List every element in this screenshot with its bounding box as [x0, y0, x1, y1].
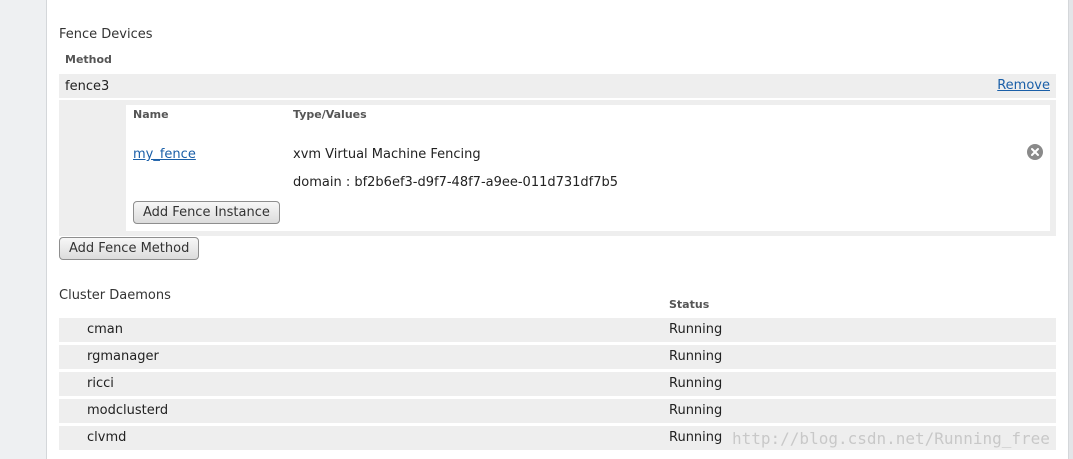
daemon-row-ricci: ricci Running: [59, 372, 1056, 396]
watermark-text: http://blog.csdn.net/Running_free: [732, 429, 1050, 448]
fence-method-name: fence3: [65, 79, 110, 94]
daemon-status: Running: [669, 376, 723, 391]
daemon-status: Running: [669, 430, 723, 445]
instance-name-header: Name: [133, 108, 169, 121]
method-column-header: Method: [65, 53, 112, 66]
daemon-status: Running: [669, 403, 723, 418]
close-circle-icon[interactable]: [1027, 144, 1043, 160]
daemon-name: rgmanager: [87, 349, 159, 364]
daemon-name: ricci: [87, 376, 114, 391]
daemon-row-rgmanager: rgmanager Running: [59, 345, 1056, 369]
fence-devices-title: Fence Devices: [59, 27, 153, 42]
fence-instance-type: xvm Virtual Machine Fencing: [293, 147, 481, 162]
daemon-row-cman: cman Running: [59, 318, 1056, 342]
daemon-status: Running: [669, 322, 723, 337]
add-fence-instance-button[interactable]: Add Fence Instance: [133, 201, 280, 224]
scrollbar-track[interactable]: [1069, 0, 1073, 459]
fence-instance-name-link[interactable]: my_fence: [133, 147, 196, 162]
fence-instance-values: domain : bf2b6ef3-d9f7-48f7-a9ee-011d731…: [293, 175, 619, 190]
status-column-header: Status: [669, 298, 710, 311]
daemon-status: Running: [669, 349, 723, 364]
daemon-row-modclusterd: modclusterd Running: [59, 399, 1056, 423]
instance-type-header: Type/Values: [293, 108, 367, 121]
daemon-name: modclusterd: [87, 403, 169, 418]
fence-method-row: fence3 Remove: [59, 74, 1056, 98]
daemon-name: cman: [87, 322, 124, 337]
add-fence-method-button[interactable]: Add Fence Method: [59, 237, 200, 260]
remove-method-link[interactable]: Remove: [997, 78, 1050, 93]
daemon-name: clvmd: [87, 430, 127, 445]
cluster-daemons-title: Cluster Daemons: [59, 288, 171, 303]
